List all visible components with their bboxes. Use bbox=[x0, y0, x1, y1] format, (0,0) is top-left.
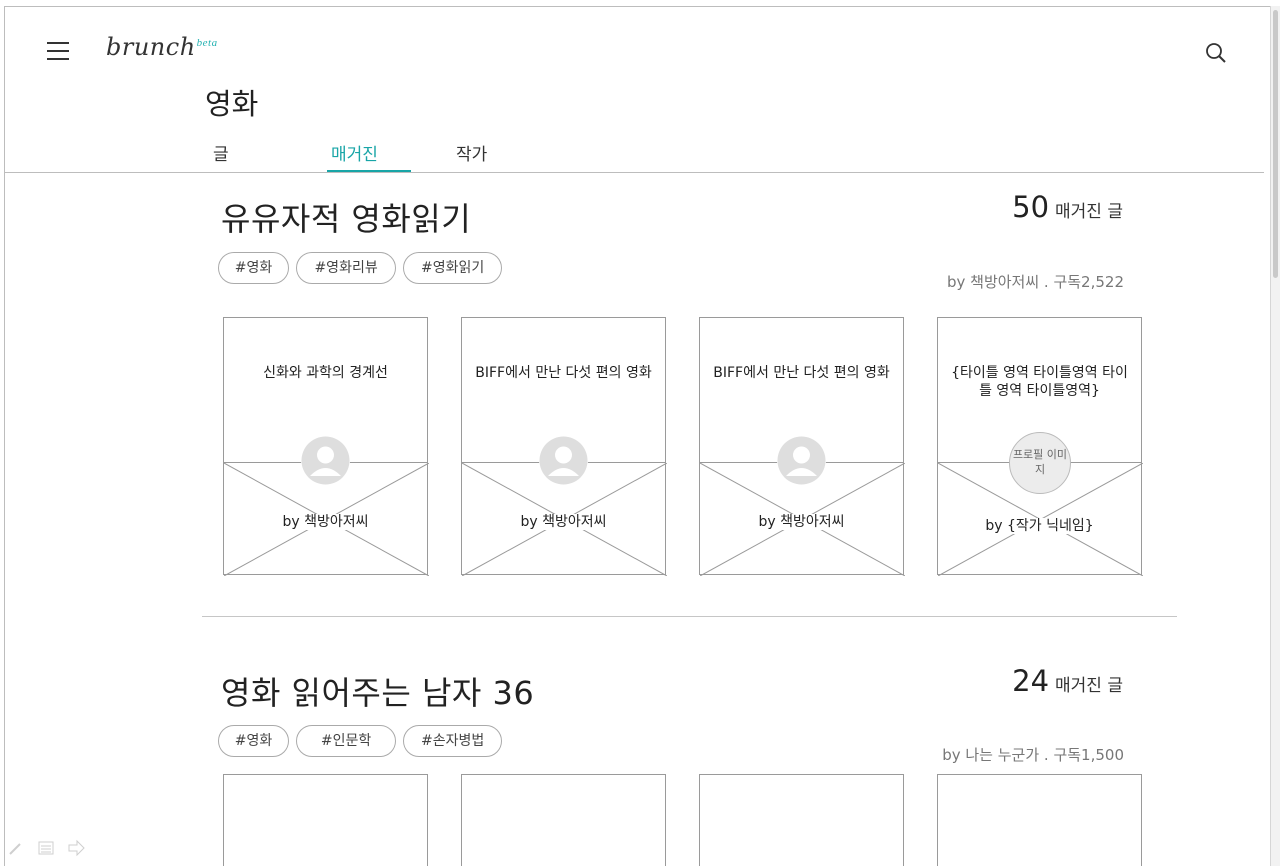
tag[interactable]: #인문학 bbox=[296, 725, 397, 757]
article-card[interactable] bbox=[461, 774, 666, 866]
page-title: 영화 bbox=[205, 87, 259, 121]
tab-bar: 글 매거진 작가 bbox=[204, 136, 504, 174]
card-author: by {작가 닉네임} bbox=[983, 518, 1096, 534]
logo-text: brunch bbox=[106, 33, 196, 61]
avatar-icon bbox=[301, 436, 350, 485]
article-card[interactable]: 신화와 과학의 경계선 by 책방아저씨 bbox=[223, 317, 429, 576]
article-card[interactable]: BIFF에서 만난 다섯 편의 영화 by 책방아저씨 bbox=[699, 317, 905, 576]
scrollbar-thumb[interactable] bbox=[1273, 10, 1278, 278]
post-count: 24 매거진 글 bbox=[1012, 664, 1123, 698]
magazine-section: 영화 읽어주는 남자 36 24 매거진 글 #영화 #인문학 #손자병법 by … bbox=[218, 660, 1148, 780]
tab-posts[interactable]: 글 bbox=[213, 140, 229, 165]
article-card[interactable] bbox=[699, 774, 904, 866]
search-icon[interactable] bbox=[1205, 42, 1227, 64]
tag[interactable]: #영화리뷰 bbox=[296, 252, 397, 284]
section-divider bbox=[202, 616, 1177, 617]
magazine-title[interactable]: 유유자적 영화읽기 bbox=[221, 194, 471, 240]
tag-list: #영화 #영화리뷰 #영화읽기 bbox=[218, 252, 504, 284]
post-count: 50 매거진 글 bbox=[1012, 190, 1123, 224]
post-count-number: 24 bbox=[1012, 664, 1050, 698]
article-card[interactable] bbox=[223, 774, 428, 866]
card-title: 신화와 과학의 경계선 bbox=[263, 365, 388, 381]
tag-list: #영화 #인문학 #손자병법 bbox=[218, 725, 504, 757]
avatar-icon bbox=[539, 436, 588, 485]
article-card[interactable]: BIFF에서 만난 다섯 편의 영화 by 책방아저씨 bbox=[461, 317, 667, 576]
post-count-label: 매거진 글 bbox=[1055, 202, 1123, 222]
magazine-byline[interactable]: by 나는 누군가 . 구독1,500 bbox=[942, 744, 1124, 765]
menu-icon[interactable] bbox=[47, 42, 69, 62]
magazine-title[interactable]: 영화 읽어주는 남자 36 bbox=[221, 668, 534, 714]
arrow-right-icon bbox=[68, 839, 85, 857]
tag[interactable]: #손자병법 bbox=[403, 725, 503, 757]
post-count-label: 매거진 글 bbox=[1055, 676, 1123, 696]
tab-writers[interactable]: 작가 bbox=[456, 140, 487, 165]
tag[interactable]: #영화 bbox=[218, 252, 289, 284]
pencil-icon bbox=[9, 843, 21, 855]
tab-magazines[interactable]: 매거진 bbox=[331, 140, 378, 165]
avatar-icon bbox=[777, 436, 826, 485]
logo-badge: beta bbox=[196, 37, 218, 49]
slide-toolbar bbox=[6, 838, 96, 858]
magazine-byline[interactable]: by 책방아저씨 . 구독2,522 bbox=[947, 271, 1124, 292]
card-title: BIFF에서 만난 다섯 편의 영화 bbox=[475, 365, 652, 381]
post-count-number: 50 bbox=[1012, 190, 1050, 224]
list-icon bbox=[38, 841, 54, 855]
card-author: by 책방아저씨 bbox=[280, 514, 371, 530]
tag[interactable]: #영화 bbox=[218, 725, 289, 757]
article-card[interactable]: {타이틀 영역 타이틀영역 타이틀 영역 타이틀영역} 프로필 이미지 by {… bbox=[937, 317, 1143, 576]
card-title: {타이틀 영역 타이틀영역 타이틀 영역 타이틀영역} bbox=[951, 365, 1128, 399]
card-title: BIFF에서 만난 다섯 편의 영화 bbox=[713, 365, 890, 381]
article-card[interactable] bbox=[937, 774, 1142, 866]
header-divider bbox=[4, 172, 1264, 173]
card-author: by 책방아저씨 bbox=[756, 514, 847, 530]
card-author: by 책방아저씨 bbox=[518, 514, 609, 530]
profile-image-placeholder: 프로필 이미지 bbox=[1009, 432, 1071, 494]
scrollbar[interactable] bbox=[1270, 6, 1280, 866]
logo[interactable]: brunchbeta bbox=[106, 33, 218, 61]
tag[interactable]: #영화읽기 bbox=[403, 252, 503, 284]
